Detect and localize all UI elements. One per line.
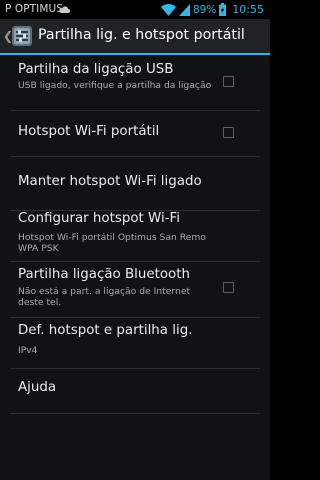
item-title: Configurar hotspot Wi-Fi — [18, 211, 180, 226]
item-title: Partilha ligação Bluetooth — [18, 267, 190, 282]
item-title: Hotspot Wi-Fi portátil — [18, 124, 160, 139]
signal-icon — [178, 3, 190, 16]
item-summary: IPv4 — [18, 345, 38, 356]
list-item-configure-hotspot[interactable]: Configurar hotspot Wi-Fi Hotspot Wi-Fi p… — [0, 211, 270, 261]
item-title: Manter hotspot Wi-Fi ligado — [18, 174, 202, 189]
cloud-icon — [59, 6, 70, 13]
battery-percent: 89% — [192, 3, 217, 16]
wifi-hotspot-checkbox[interactable] — [223, 127, 234, 138]
wifi-icon — [160, 3, 176, 16]
item-summary: USB ligado, verifique a partilha da liga… — [18, 80, 212, 91]
item-summary: Hotspot Wi-Fi portátil Optimus San Remo … — [18, 232, 206, 254]
settings-app-icon[interactable] — [11, 25, 33, 47]
battery-icon — [219, 3, 227, 16]
bluetooth-tethering-checkbox[interactable] — [223, 282, 234, 293]
list-item-hotspot-settings[interactable]: Def. hotspot e partilha lig. IPv4 — [0, 318, 270, 368]
list-item-bluetooth-tethering[interactable]: Partilha ligação Bluetooth Não está a pa… — [0, 262, 270, 317]
settings-list: Partilha da ligação USB USB ligado, veri… — [0, 55, 270, 480]
status-icons: 89% 10:55 — [160, 2, 264, 17]
list-item-wifi-hotspot[interactable]: Hotspot Wi-Fi portátil — [0, 111, 270, 156]
action-bar: ❮ Partilha lig. e hotspot portátil — [0, 19, 270, 55]
divider — [10, 413, 260, 414]
item-title: Ajuda — [18, 380, 57, 395]
clock: 10:55 — [232, 3, 264, 16]
list-item-help[interactable]: Ajuda — [0, 369, 270, 413]
list-item-usb-tethering[interactable]: Partilha da ligação USB USB ligado, veri… — [0, 55, 270, 110]
item-title: Partilha da ligação USB — [18, 62, 174, 77]
carrier-label: P OPTIMUS — [5, 3, 64, 15]
list-item-keep-hotspot-on[interactable]: Manter hotspot Wi-Fi ligado — [0, 157, 270, 210]
usb-tethering-checkbox[interactable] — [223, 76, 234, 87]
item-summary: Não está a part. a ligação de Internet d… — [18, 286, 191, 308]
item-title: Def. hotspot e partilha lig. — [18, 323, 193, 338]
status-bar: P OPTIMUS 89% 10:55 — [0, 0, 270, 19]
page-title: Partilha lig. e hotspot portátil — [38, 27, 245, 43]
